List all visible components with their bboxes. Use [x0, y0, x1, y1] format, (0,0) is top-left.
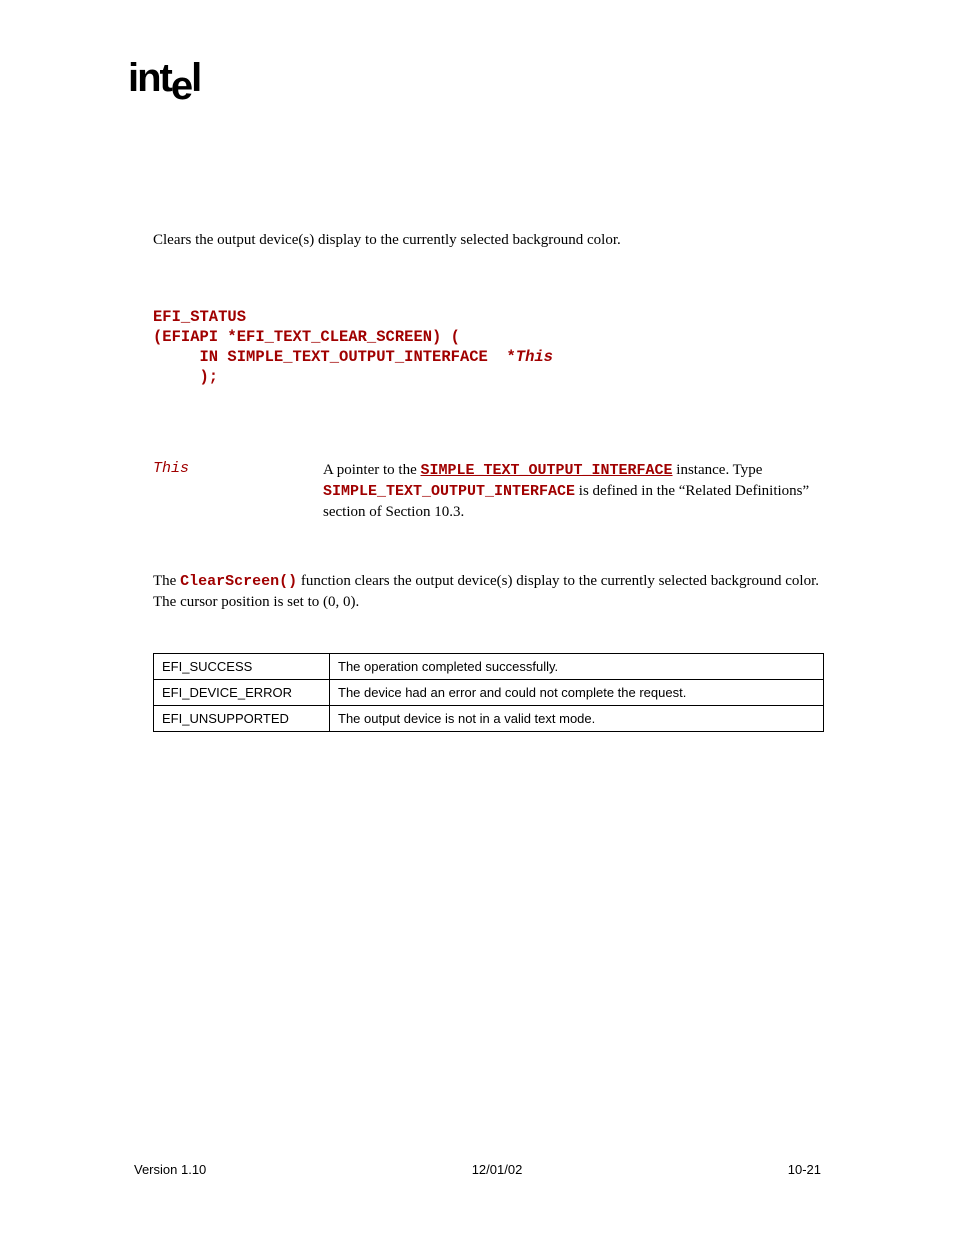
status-code-cell: EFI_SUCCESS: [154, 653, 330, 679]
description-text: The ClearScreen() function clears the ou…: [153, 571, 824, 613]
footer-date: 12/01/02: [472, 1162, 523, 1177]
proto-line-4: );: [153, 367, 824, 387]
page-content: Clears the output device(s) display to t…: [153, 232, 824, 732]
logo-part-left: int: [128, 56, 171, 100]
table-row: EFI_UNSUPPORTED The output device is not…: [154, 705, 824, 731]
status-codes-table: EFI_SUCCESS The operation completed succ…: [153, 653, 824, 732]
parameter-description: A pointer to the SIMPLE_TEXT_OUTPUT_INTE…: [323, 460, 824, 523]
table-row: EFI_DEVICE_ERROR The device had an error…: [154, 679, 824, 705]
proto-line-1: EFI_STATUS: [153, 307, 824, 327]
status-code-cell: EFI_DEVICE_ERROR: [154, 679, 330, 705]
function-name: ClearScreen(): [180, 573, 297, 590]
interface-type: SIMPLE_TEXT_OUTPUT_INTERFACE: [323, 483, 575, 500]
status-desc-cell: The operation completed successfully.: [330, 653, 824, 679]
status-desc-cell: The output device is not in a valid text…: [330, 705, 824, 731]
status-code-cell: EFI_UNSUPPORTED: [154, 705, 330, 731]
intel-logo: intel: [128, 56, 200, 101]
parameter-name: This: [153, 460, 323, 477]
parameter-row: This A pointer to the SIMPLE_TEXT_OUTPUT…: [153, 460, 824, 523]
proto-line-2: (EFIAPI *EFI_TEXT_CLEAR_SCREEN) (: [153, 327, 824, 347]
logo-part-right: l: [191, 56, 200, 100]
prototype-block: EFI_STATUS (EFIAPI *EFI_TEXT_CLEAR_SCREE…: [153, 307, 824, 388]
page-footer: Version 1.10 12/01/02 10-21: [134, 1162, 821, 1177]
interface-type-link[interactable]: SIMPLE_TEXT_OUTPUT_INTERFACE: [421, 462, 673, 479]
summary-text: Clears the output device(s) display to t…: [153, 232, 824, 249]
footer-version: Version 1.10: [134, 1162, 206, 1177]
status-desc-cell: The device had an error and could not co…: [330, 679, 824, 705]
footer-page-number: 10-21: [788, 1162, 821, 1177]
proto-line-3: IN SIMPLE_TEXT_OUTPUT_INTERFACE *This: [153, 347, 824, 367]
logo-part-dropped: e: [171, 64, 191, 108]
parameters-section: This A pointer to the SIMPLE_TEXT_OUTPUT…: [153, 460, 824, 523]
table-row: EFI_SUCCESS The operation completed succ…: [154, 653, 824, 679]
